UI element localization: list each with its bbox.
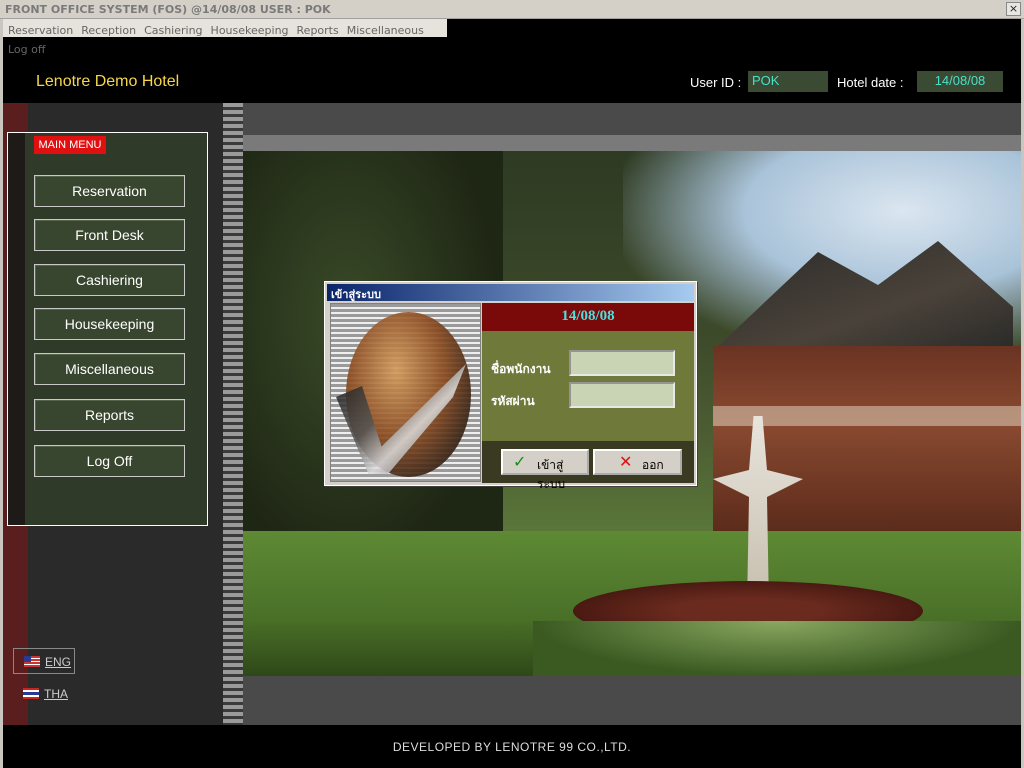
user-id-value: POK [748,71,828,92]
footer: DEVELOPED BY LENOTRE 99 CO.,LTD. [3,725,1021,768]
us-flag-icon [24,656,40,667]
exit-button-label: ออก [642,458,664,472]
miscellaneous-button[interactable]: Miscellaneous [34,353,185,385]
menu-cashiering[interactable]: Cashiering [139,22,205,37]
x-icon: ✕ [619,452,633,471]
cashiering-button[interactable]: Cashiering [34,264,185,296]
reports-button[interactable]: Reports [34,399,185,431]
window-titlebar: FRONT OFFICE SYSTEM (FOS) @14/08/08 USER… [0,0,1024,19]
user-id-label: User ID : [690,75,742,90]
bottom-band [243,676,1021,725]
checkmark-icon: ✓ [513,452,527,471]
login-dialog: เข้าสู่ระบบ 14/08/08 ชื่อพนักงาน รหัสผ่า… [324,281,697,491]
login-dialog-title: เข้าสู่ระบบ [331,288,381,301]
reservation-button[interactable]: Reservation [34,175,185,207]
front-desk-button[interactable]: Front Desk [34,219,185,251]
log-off-button[interactable]: Log Off [34,445,185,477]
hotel-name: Lenotre Demo Hotel [36,73,180,90]
login-button-row: ✓ เข้าสู่ระบบ ✕ ออก [482,441,694,491]
exit-button[interactable]: ✕ ออก [593,449,682,475]
password-label: รหัสผ่าน [491,394,535,408]
company-logo [330,303,481,482]
main-menu-panel-edge [8,133,25,525]
striped-divider [223,103,243,725]
login-button-label: เข้าสู่ระบบ [537,458,566,491]
menu-log-off[interactable]: Log off [3,41,48,56]
login-form-panel: 14/08/08 ชื่อพนักงาน รหัสผ่าน ✓ เข้าสู่ร… [482,303,694,491]
hotel-date-label: Hotel date : [837,75,904,90]
top-band [243,103,1021,135]
username-label: ชื่อพนักงาน [491,362,551,376]
language-eng-button[interactable]: ENG [13,648,75,674]
window-title: FRONT OFFICE SYSTEM (FOS) @14/08/08 USER… [5,3,331,16]
language-tha-label: THA [44,687,68,701]
language-tha-button[interactable]: THA [13,681,75,707]
footer-credit: DEVELOPED BY LENOTRE 99 CO.,LTD. [392,740,632,754]
username-input[interactable] [569,350,675,376]
thai-flag-icon [23,688,39,699]
login-button[interactable]: ✓ เข้าสู่ระบบ [501,449,589,491]
photo-shrubs [533,621,1021,676]
hotel-date-value: 14/08/08 [917,71,1003,92]
menu-bar: Reservation Reception Cashiering Housekeepi… [3,19,447,56]
menu-reservation[interactable]: Reservation [3,22,76,37]
close-icon[interactable]: × [1006,2,1021,16]
menu-housekeeping[interactable]: Housekeeping [206,22,292,37]
login-date: 14/08/08 [561,308,615,324]
login-dialog-titlebar: เข้าสู่ระบบ [327,284,694,301]
menu-reception[interactable]: Reception [76,22,139,37]
housekeeping-button[interactable]: Housekeeping [34,308,185,340]
menu-miscellaneous[interactable]: Miscellaneous [342,22,427,37]
password-input[interactable] [569,382,675,408]
top-band-light [243,135,1021,151]
language-eng-label: ENG [45,655,72,669]
main-menu-badge: MAIN MENU [34,136,106,154]
login-date-bar: 14/08/08 [482,303,694,331]
menu-reports[interactable]: Reports [292,22,342,37]
